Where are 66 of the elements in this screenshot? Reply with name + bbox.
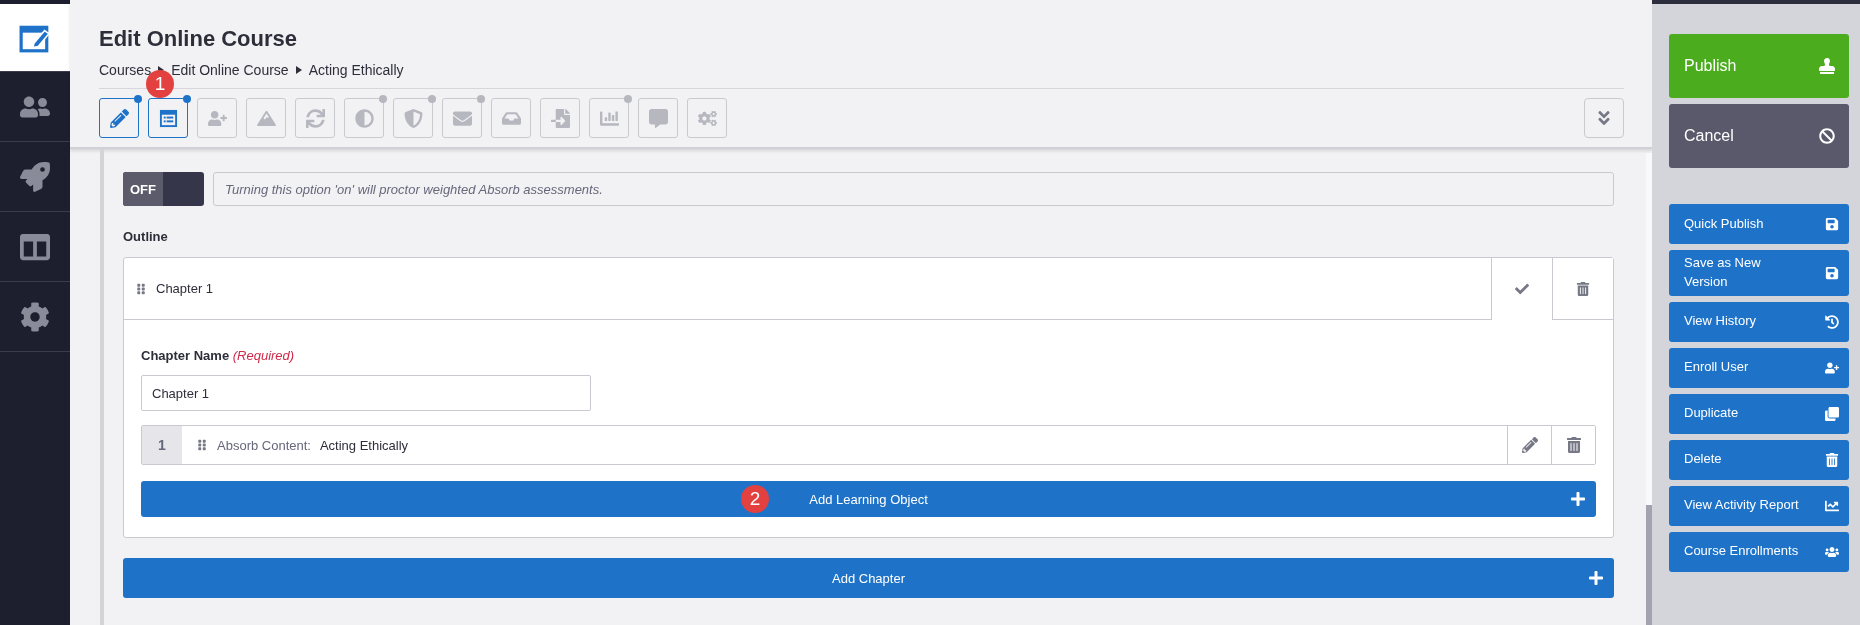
section-label: Outline <box>123 229 169 244</box>
scrollbar[interactable] <box>1646 153 1652 625</box>
check-icon <box>1515 282 1529 296</box>
action-button[interactable]: Save as New Version <box>1669 250 1849 296</box>
list-icon <box>158 108 178 128</box>
cancel-button[interactable]: Cancel <box>1669 104 1849 168</box>
toggle-label: OFF <box>123 172 163 206</box>
drag-handle-icon[interactable] <box>196 439 208 451</box>
save-icon <box>1825 217 1839 231</box>
users-icon <box>1825 544 1839 559</box>
chapter-name-field[interactable]: Chapter 1 <box>141 375 591 411</box>
columns-icon <box>20 231 50 262</box>
trash-icon <box>1576 281 1590 296</box>
add-learning-object-button[interactable]: 2 Add Learning Object <box>141 481 1596 517</box>
toolbar-button[interactable] <box>99 98 139 138</box>
comment-icon <box>648 108 668 128</box>
chapter-title: Chapter 1 <box>156 281 214 296</box>
breadcrumb-item[interactable]: Edit Online Course <box>171 62 289 78</box>
publish-button[interactable]: Publish <box>1669 34 1849 98</box>
stamp-icon <box>1819 58 1835 74</box>
caret-icon <box>295 66 302 74</box>
trash-icon <box>1565 437 1582 453</box>
drag-handle-icon[interactable] <box>135 282 147 295</box>
history-icon <box>1825 314 1839 329</box>
action-button[interactable]: Enroll User <box>1669 347 1849 388</box>
plus-icon <box>1570 491 1586 507</box>
step-badge: 2 <box>741 485 769 513</box>
row-number: 1 <box>142 426 182 464</box>
chart-icon <box>1825 498 1839 513</box>
plus-icon <box>1588 570 1604 586</box>
save-icon <box>1825 265 1839 280</box>
sync-icon <box>305 108 325 128</box>
cancel-icon <box>1819 128 1835 144</box>
shield-icon <box>403 108 423 128</box>
user-add-icon <box>1825 360 1839 375</box>
toggle-switch[interactable]: OFF <box>123 172 204 206</box>
page-title: Edit Online Course <box>99 26 299 52</box>
object-name: Acting Ethically <box>319 437 409 453</box>
pencil-icon <box>109 108 129 128</box>
object-type: Absorb Content: <box>217 437 311 453</box>
action-button[interactable]: Duplicate <box>1669 393 1849 434</box>
trash-icon <box>1825 452 1839 467</box>
field-label: Chapter Name (Required) <box>141 348 296 363</box>
double-chevron-icon <box>1595 109 1613 127</box>
action-button[interactable]: View History <box>1669 301 1849 342</box>
user-add-icon <box>207 108 227 128</box>
action-button[interactable]: Quick Publish <box>1669 204 1849 244</box>
option-description: Turning this option 'on' will proctor weighted Absorb assessments. <box>213 172 1614 206</box>
bar-chart-icon <box>599 108 619 128</box>
pencil-icon <box>1521 437 1538 453</box>
duplicate-icon <box>1825 406 1839 421</box>
mountain-icon <box>256 108 276 128</box>
settings-icon <box>20 301 50 332</box>
toolbar-button[interactable] <box>148 98 188 138</box>
delete-button[interactable] <box>1552 258 1613 320</box>
envelope-icon <box>452 108 472 128</box>
rocket-icon <box>20 161 50 192</box>
breadcrumb-item: Acting Ethically <box>308 62 404 78</box>
add-chapter-button[interactable]: Add Chapter <box>123 558 1614 598</box>
action-button[interactable]: Course Enrollments <box>1669 531 1849 572</box>
action-button[interactable]: View Activity Report <box>1669 485 1849 526</box>
file-icon <box>550 108 570 128</box>
delete-button[interactable] <box>1551 426 1595 464</box>
action-button[interactable]: Delete <box>1669 439 1849 480</box>
gears-icon <box>697 108 717 128</box>
collapse-button[interactable] <box>1584 98 1624 138</box>
